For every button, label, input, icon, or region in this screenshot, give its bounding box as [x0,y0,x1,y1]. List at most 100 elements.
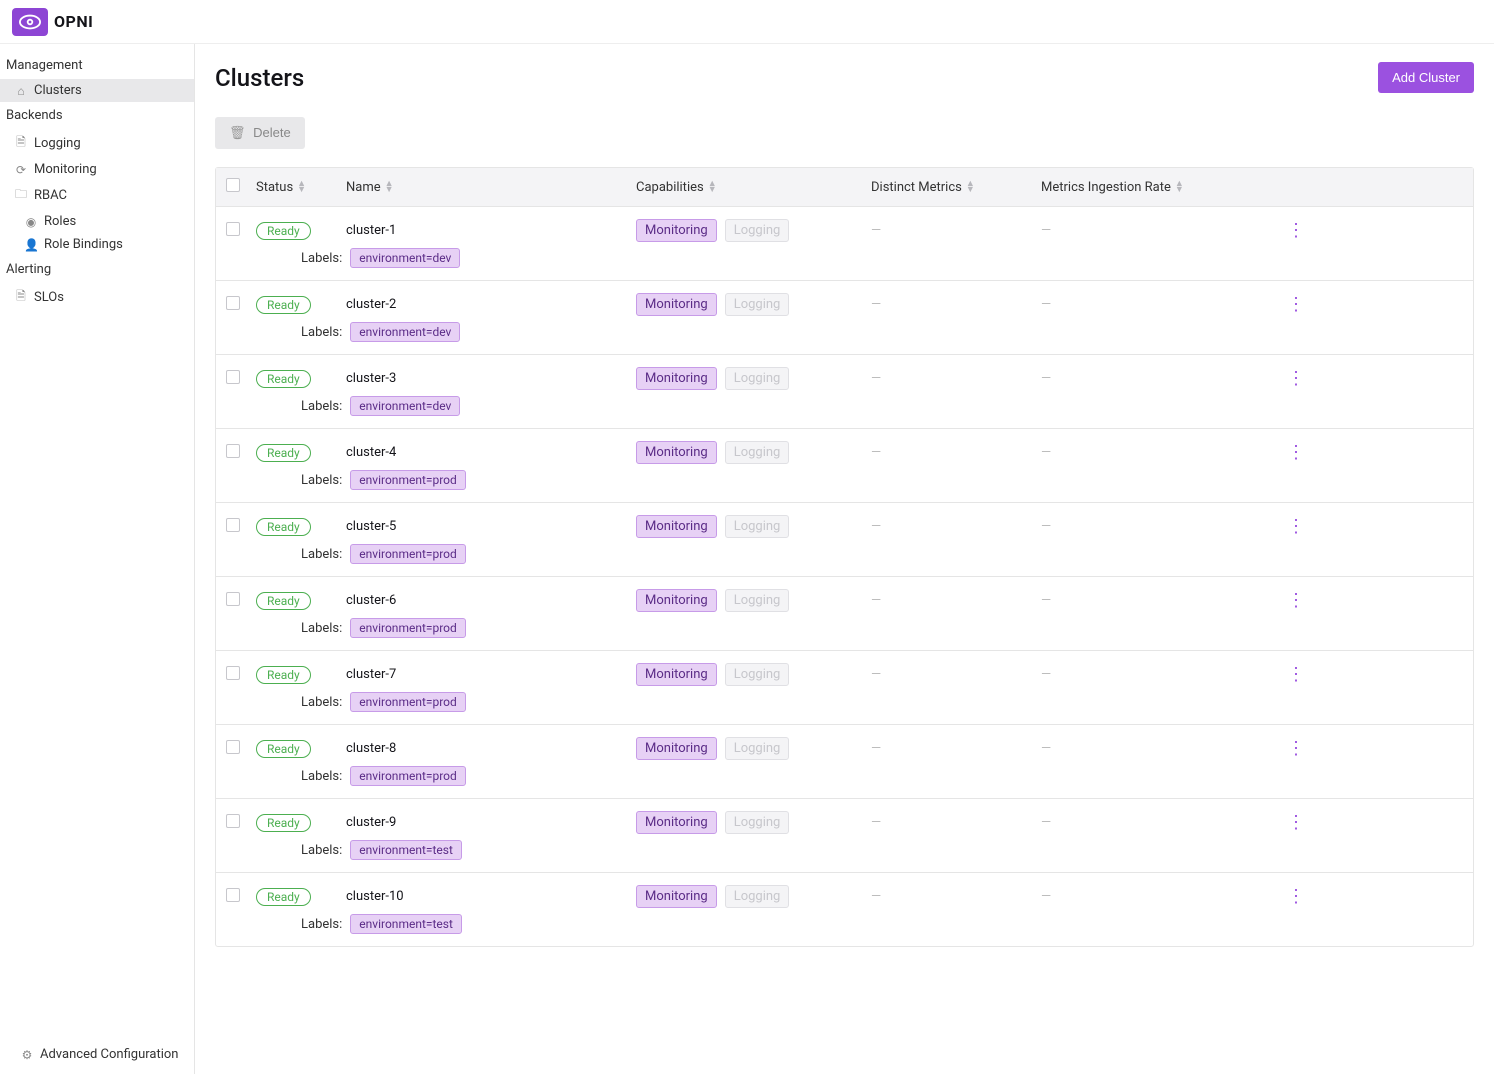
sidebar-item-logging[interactable]: 🗎Logging [0,129,194,158]
distinct-metrics-value: — [871,223,1041,238]
sidebar-item-label: Roles [44,214,76,229]
table-row: Readycluster-1MonitoringLogging——⋮Labels… [216,207,1473,281]
cluster-name[interactable]: cluster-9 [346,815,636,830]
label-chip: environment=prod [350,544,465,564]
distinct-metrics-value: — [871,519,1041,534]
ingestion-rate-value: — [1041,815,1276,830]
sidebar-group-title: Management [0,52,194,79]
delete-button-label: Delete [253,125,291,140]
capability-monitoring-badge: Monitoring [636,293,717,316]
row-actions-button[interactable]: ⋮ [1276,294,1316,315]
row-checkbox[interactable] [226,814,240,828]
row-checkbox[interactable] [226,296,240,310]
table-row: Readycluster-4MonitoringLogging——⋮Labels… [216,429,1473,503]
table-row: Readycluster-3MonitoringLogging——⋮Labels… [216,355,1473,429]
capability-monitoring-badge: Monitoring [636,219,717,242]
row-actions-button[interactable]: ⋮ [1276,738,1316,759]
label-chip: environment=dev [350,396,460,416]
capability-logging-badge: Logging [725,219,790,242]
capability-monitoring-badge: Monitoring [636,737,717,760]
row-checkbox[interactable] [226,370,240,384]
row-checkbox[interactable] [226,888,240,902]
sort-icon: ▲▼ [966,181,975,193]
status-badge: Ready [256,666,311,684]
label-chip: environment=prod [350,766,465,786]
sidebar-item-slos[interactable]: 🗎SLOs [0,283,194,312]
row-actions-button[interactable]: ⋮ [1276,664,1316,685]
table-header-row: Status▲▼ Name▲▼ Capabilities▲▼ Distinct … [216,168,1473,207]
row-checkbox[interactable] [226,518,240,532]
ingestion-rate-value: — [1041,445,1276,460]
capability-monitoring-badge: Monitoring [636,885,717,908]
sidebar-item-advanced-configuration[interactable]: ⚙ Advanced Configuration [6,1043,188,1066]
sidebar-group-title: Alerting [0,256,194,283]
capability-monitoring-badge: Monitoring [636,811,717,834]
cluster-name[interactable]: cluster-10 [346,889,636,904]
sidebar-item-label: Role Bindings [44,237,123,252]
eye-icon [12,8,48,36]
distinct-metrics-value: — [871,445,1041,460]
ingestion-rate-value: — [1041,593,1276,608]
trash-icon: 🗑 [229,125,246,140]
col-distinct-metrics[interactable]: Distinct Metrics▲▼ [871,180,1041,195]
row-actions-button[interactable]: ⋮ [1276,220,1316,241]
sidebar-item-roles[interactable]: ◉ Roles [0,210,194,233]
main-content: Clusters Add Cluster 🗑 Delete Status▲▼ N… [195,44,1494,1074]
col-capabilities[interactable]: Capabilities▲▼ [636,180,871,195]
add-cluster-button[interactable]: Add Cluster [1378,62,1474,93]
cluster-name[interactable]: cluster-3 [346,371,636,386]
row-checkbox[interactable] [226,666,240,680]
cluster-name[interactable]: cluster-7 [346,667,636,682]
sidebar-item-label: Advanced Configuration [40,1047,178,1062]
ingestion-rate-value: — [1041,297,1276,312]
col-name[interactable]: Name▲▼ [346,180,636,195]
cluster-name[interactable]: cluster-5 [346,519,636,534]
label-chip: environment=prod [350,470,465,490]
monitoring-icon: ⟳ [14,163,28,177]
col-ingestion-rate[interactable]: Metrics Ingestion Rate▲▼ [1041,180,1276,195]
sort-icon: ▲▼ [385,181,394,193]
distinct-metrics-value: — [871,667,1041,682]
ingestion-rate-value: — [1041,223,1276,238]
brand-logo[interactable]: OPNI [12,8,93,36]
status-badge: Ready [256,888,311,906]
row-checkbox[interactable] [226,592,240,606]
distinct-metrics-value: — [871,371,1041,386]
distinct-metrics-value: — [871,741,1041,756]
row-actions-button[interactable]: ⋮ [1276,368,1316,389]
row-actions-button[interactable]: ⋮ [1276,886,1316,907]
labels-prefix: Labels: [266,621,342,636]
row-checkbox[interactable] [226,444,240,458]
role-bindings-icon: 👤 [24,238,38,252]
roles-icon: ◉ [24,215,38,229]
cluster-name[interactable]: cluster-6 [346,593,636,608]
table-row: Readycluster-5MonitoringLogging——⋮Labels… [216,503,1473,577]
select-all-checkbox[interactable] [226,178,240,192]
sidebar-item-rbac[interactable]: 🗀RBAC [0,181,194,210]
cluster-name[interactable]: cluster-8 [346,741,636,756]
labels-prefix: Labels: [266,399,342,414]
table-row: Readycluster-6MonitoringLogging——⋮Labels… [216,577,1473,651]
capability-monitoring-badge: Monitoring [636,515,717,538]
label-chip: environment=test [350,840,462,860]
sidebar-item-clusters[interactable]: ⌂Clusters [0,79,194,102]
delete-button[interactable]: 🗑 Delete [215,117,305,149]
row-actions-button[interactable]: ⋮ [1276,516,1316,537]
labels-prefix: Labels: [266,917,342,932]
page-title: Clusters [215,64,304,92]
capability-logging-badge: Logging [725,885,790,908]
cluster-name[interactable]: cluster-2 [346,297,636,312]
app-header: OPNI [0,0,1494,44]
row-actions-button[interactable]: ⋮ [1276,812,1316,833]
sidebar-item-label: Clusters [34,83,82,98]
label-chip: environment=dev [350,322,460,342]
row-actions-button[interactable]: ⋮ [1276,590,1316,611]
cluster-name[interactable]: cluster-1 [346,223,636,238]
sidebar-item-role-bindings[interactable]: 👤 Role Bindings [0,233,194,256]
cluster-name[interactable]: cluster-4 [346,445,636,460]
row-actions-button[interactable]: ⋮ [1276,442,1316,463]
sidebar-item-monitoring[interactable]: ⟳Monitoring [0,158,194,181]
row-checkbox[interactable] [226,740,240,754]
row-checkbox[interactable] [226,222,240,236]
col-status[interactable]: Status▲▼ [256,180,346,195]
